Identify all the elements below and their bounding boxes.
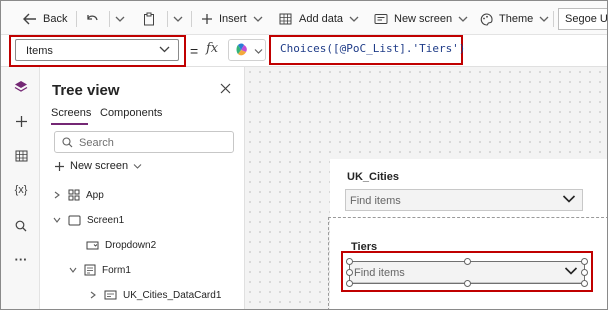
highlight-tiers-combobox (341, 251, 593, 292)
copilot-button[interactable] (228, 39, 266, 61)
dropdown-control-icon (86, 241, 99, 249)
plus-icon (202, 14, 212, 24)
tree-search-input[interactable]: Search (54, 131, 234, 153)
paste-dropdown[interactable] (173, 9, 183, 29)
chevron-down-icon (562, 195, 576, 203)
search-placeholder: Search (79, 137, 114, 149)
close-icon[interactable] (220, 83, 231, 94)
chevron-down-icon (539, 16, 549, 22)
undo-button[interactable] (85, 9, 99, 29)
fx-icon: fx (206, 41, 219, 56)
chevron-down-icon (349, 16, 359, 22)
tree-node-app[interactable]: App (52, 186, 104, 204)
chevron-down-icon (458, 16, 468, 22)
chevron-right-icon (52, 191, 62, 199)
tree-view-icon[interactable] (11, 77, 31, 97)
app-icon (68, 189, 80, 201)
search-icon (62, 137, 73, 148)
new-screen-button[interactable]: New screen (374, 9, 468, 29)
font-select[interactable]: Segoe UI (558, 8, 607, 30)
chevron-down-icon (68, 267, 78, 273)
divider (76, 11, 77, 27)
palette-icon (480, 12, 493, 26)
undo-dropdown[interactable] (115, 9, 125, 29)
insert-button[interactable]: Insert (201, 9, 263, 29)
tab-screens[interactable]: Screens (51, 107, 91, 119)
uk-cities-label: UK_Cities (347, 171, 399, 183)
back-arrow-icon (23, 13, 36, 25)
divider (167, 11, 168, 27)
table-icon (279, 13, 292, 25)
chevron-down-icon (115, 16, 125, 22)
chevron-down-icon (173, 16, 183, 22)
datacard-icon (104, 290, 117, 300)
chevron-down-icon (133, 163, 142, 169)
app-frame: Back Insert Add data New screen Theme Se… (0, 0, 608, 310)
insert-icon[interactable] (11, 111, 31, 131)
theme-button[interactable]: Theme (480, 9, 549, 29)
chevron-right-icon (88, 291, 98, 299)
highlight-property-box (9, 35, 186, 67)
divider (109, 11, 110, 27)
uk-cities-combobox[interactable]: Find items (345, 189, 583, 211)
paste-button[interactable] (143, 9, 155, 29)
tree-node-form[interactable]: Form1 (68, 261, 131, 279)
tab-components[interactable]: Components (100, 107, 162, 119)
left-rail: {x} ··· (1, 67, 40, 309)
combobox-placeholder: Find items (350, 195, 401, 207)
active-tab-indicator (51, 123, 88, 125)
formula-input[interactable]: Choices([@PoC_List].'Tiers') (280, 42, 465, 55)
back-button[interactable]: Back (23, 9, 67, 29)
new-screen-tree-button[interactable]: New screen (54, 160, 142, 172)
copilot-icon (236, 43, 247, 56)
new-screen-icon (374, 14, 388, 24)
plus-icon (55, 161, 64, 171)
undo-icon (87, 15, 98, 21)
tree-view-title: Tree view (52, 82, 120, 99)
more-icon[interactable]: ··· (11, 249, 31, 269)
chevron-down-icon (253, 16, 262, 22)
tree-node-screen[interactable]: Screen1 (52, 211, 124, 229)
form-icon (84, 264, 96, 276)
variables-icon[interactable]: {x} (11, 180, 31, 200)
tree-node-dropdown[interactable]: Dropdown2 (86, 236, 156, 254)
screen-icon (68, 215, 81, 225)
divider (191, 11, 192, 27)
search-icon[interactable] (11, 216, 31, 236)
chevron-down-icon (52, 217, 62, 223)
clipboard-icon (144, 12, 154, 26)
equals-sign: = (190, 43, 199, 59)
chevron-down-icon (254, 49, 263, 54)
data-icon[interactable] (11, 146, 31, 166)
tree-node-datacard[interactable]: UK_Cities_DataCard1 (88, 286, 221, 304)
command-bar: Back Insert Add data New screen Theme Se… (1, 1, 607, 35)
tree-view-pane: Tree view Screens Components Search New … (40, 67, 245, 309)
add-data-button[interactable]: Add data (279, 9, 359, 29)
divider (553, 11, 554, 27)
